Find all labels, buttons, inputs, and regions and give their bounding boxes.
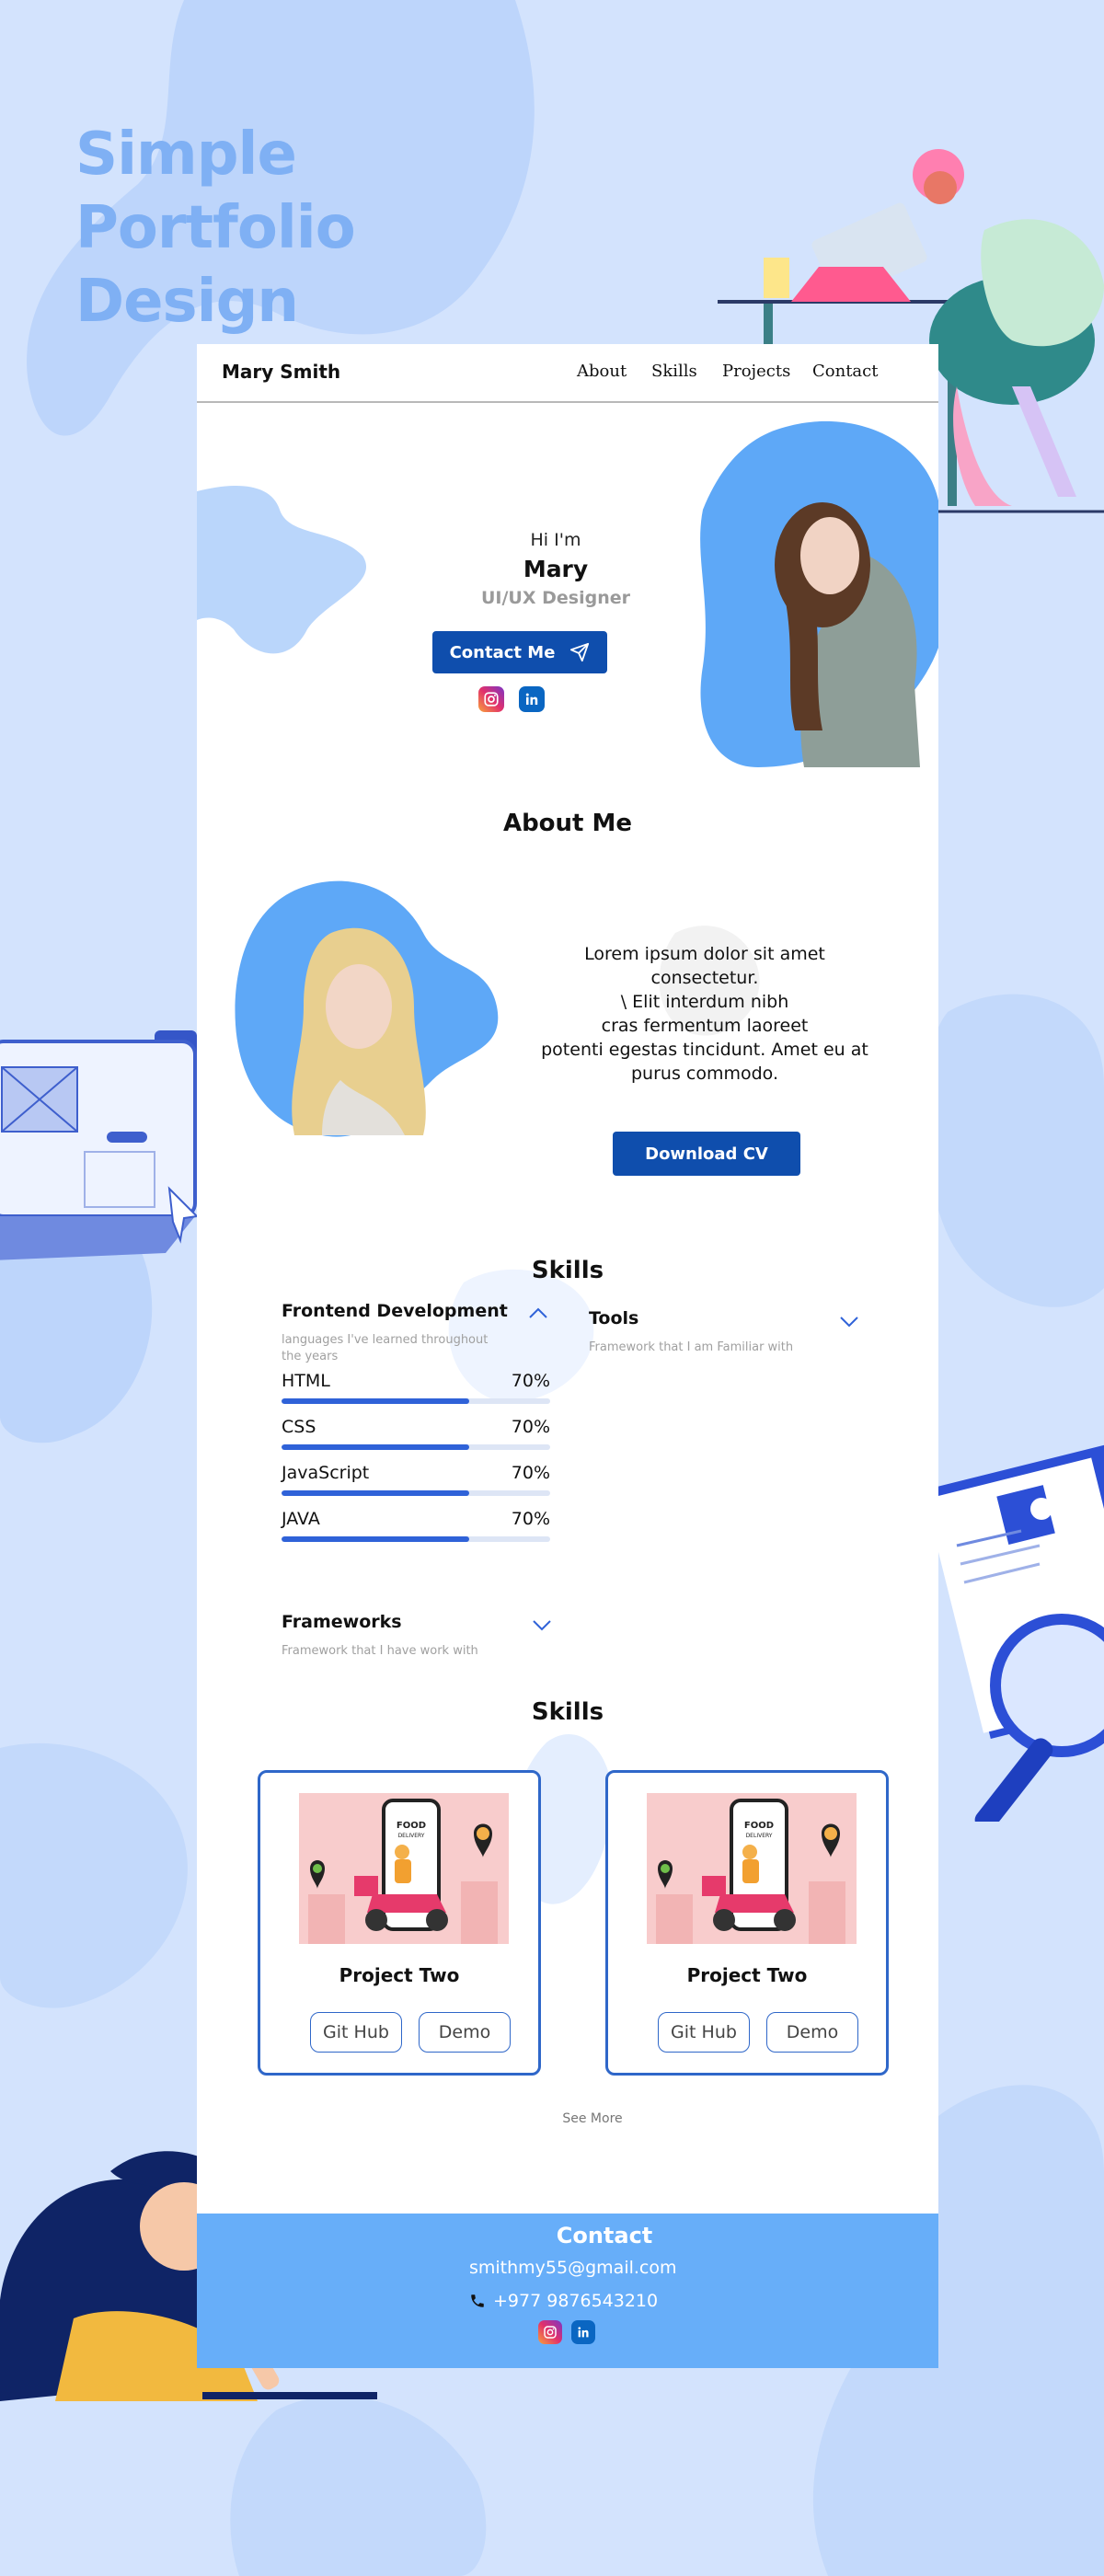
skill-percent-html: 70% (511, 1371, 550, 1391)
skill-percent-java: 70% (511, 1509, 550, 1529)
skill-name-javascript: JavaScript (282, 1463, 370, 1483)
frameworks-title[interactable]: Frameworks (282, 1612, 402, 1632)
frontend-development-subtitle: languages I've learned throughout the ye… (282, 1332, 502, 1365)
skill-bar-fill (282, 1398, 470, 1404)
food-delivery-image: FOOD DELIVERY (299, 1793, 509, 1944)
linkedin-icon[interactable] (571, 2320, 595, 2344)
demo-button[interactable]: Demo (419, 2012, 511, 2053)
nav-link-contact[interactable]: Contact (812, 362, 878, 381)
frontend-development-title[interactable]: Frontend Development (282, 1301, 508, 1321)
about-line: purus commodo. (631, 1064, 778, 1084)
contact-social-links (538, 2320, 595, 2344)
contact-me-label: Contact Me (449, 642, 556, 662)
skill-bar-java (282, 1536, 550, 1542)
tools-subtitle: Framework that I am Familiar with (589, 1340, 794, 1354)
frontend-subtitle-line: languages I've learned throughout (282, 1333, 489, 1347)
brand-logo[interactable]: Mary Smith (222, 361, 340, 383)
skill-name-html: HTML (282, 1371, 330, 1391)
delivery-label: DELIVERY (398, 1833, 425, 1839)
food-label: FOOD (744, 1821, 774, 1831)
instagram-icon[interactable] (538, 2320, 562, 2344)
skill-bar-fill (282, 1536, 470, 1542)
project-title: Project Two (686, 1964, 808, 1986)
about-paragraph: Lorem ipsum dolor sit amet consectetur. … (539, 942, 870, 1086)
contact-phone-row[interactable]: +977 9876543210 (469, 2291, 658, 2311)
skill-name-java: JAVA (282, 1509, 320, 1529)
chevron-down-icon[interactable] (839, 1316, 859, 1328)
tools-title[interactable]: Tools (589, 1308, 638, 1328)
hero-portrait (700, 420, 938, 767)
download-cv-button[interactable]: Download CV (613, 1132, 800, 1176)
project-card: FOOD DELIVERY Project Two Git Hub Demo (605, 1770, 889, 2076)
skill-percent-javascript: 70% (511, 1463, 550, 1483)
chevron-up-icon[interactable] (528, 1306, 548, 1319)
contact-title: Contact (556, 2223, 653, 2248)
delivery-label: DELIVERY (746, 1833, 773, 1839)
about-portrait (235, 880, 499, 1137)
phone-icon (471, 2294, 484, 2307)
skill-percent-css: 70% (511, 1417, 550, 1437)
hero-name: Mary (523, 556, 589, 582)
skill-bar-css (282, 1444, 550, 1450)
hero-social-links (478, 686, 545, 712)
resume-magnifier-illustration (938, 1443, 1104, 1822)
github-button[interactable]: Git Hub (310, 2012, 402, 2053)
contact-section: Contact smithmy55@gmail.com +977 9876543… (197, 2214, 938, 2368)
food-label: FOOD (397, 1821, 426, 1831)
github-button[interactable]: Git Hub (658, 2012, 750, 2053)
portfolio-website: Mary Smith About Skills Projects Contact… (197, 344, 938, 2368)
laptop-illustration (0, 1030, 200, 1260)
frameworks-subtitle: Framework that I have work with (282, 1644, 478, 1658)
hero-text-block: Hi I'm Mary UI/UX Designer (464, 530, 648, 608)
contact-me-button[interactable]: Contact Me (432, 631, 607, 673)
see-more-link[interactable]: See More (546, 2111, 638, 2126)
hero-role: UI/UX Designer (481, 588, 630, 608)
nav-link-projects[interactable]: Projects (722, 362, 790, 381)
about-line: Lorem ipsum dolor sit amet (584, 944, 825, 964)
skills-section-title: Skills (531, 1257, 604, 1284)
demo-button[interactable]: Demo (766, 2012, 858, 2053)
about-line: \ Elit interdum nibh (620, 992, 789, 1012)
instagram-icon[interactable] (478, 686, 504, 712)
skill-bar-fill (282, 1490, 470, 1496)
food-delivery-image: FOOD DELIVERY (647, 1793, 857, 1944)
skill-name-css: CSS (282, 1417, 316, 1437)
project-card: FOOD DELIVERY Project Two Git Hub Demo (258, 1770, 541, 2076)
chevron-down-icon[interactable] (532, 1619, 552, 1632)
about-line: cras fermentum laoreet (601, 1016, 809, 1036)
contact-email[interactable]: smithmy55@gmail.com (469, 2258, 677, 2278)
frontend-subtitle-line: the years (282, 1350, 339, 1363)
about-line: consectetur. (650, 968, 759, 988)
nav-link-skills[interactable]: Skills (651, 362, 697, 381)
about-line: potenti egestas tincidunt. Amet eu at (541, 1040, 868, 1060)
about-section-title: About Me (502, 810, 633, 837)
navbar: Mary Smith About Skills Projects Contact (197, 344, 938, 403)
showcase-title: Simple Portfolio Design (75, 121, 356, 336)
project-title: Project Two (339, 1964, 460, 1986)
skill-bar-fill (282, 1444, 470, 1450)
skill-bar-html (282, 1398, 550, 1404)
send-icon (570, 642, 590, 662)
contact-phone: +977 9876543210 (493, 2291, 659, 2311)
hero-greeting: Hi I'm (530, 530, 581, 550)
linkedin-icon[interactable] (519, 686, 545, 712)
nav-link-about[interactable]: About (577, 362, 627, 381)
skill-bar-javascript (282, 1490, 550, 1496)
projects-section-title: Skills (531, 1698, 604, 1726)
